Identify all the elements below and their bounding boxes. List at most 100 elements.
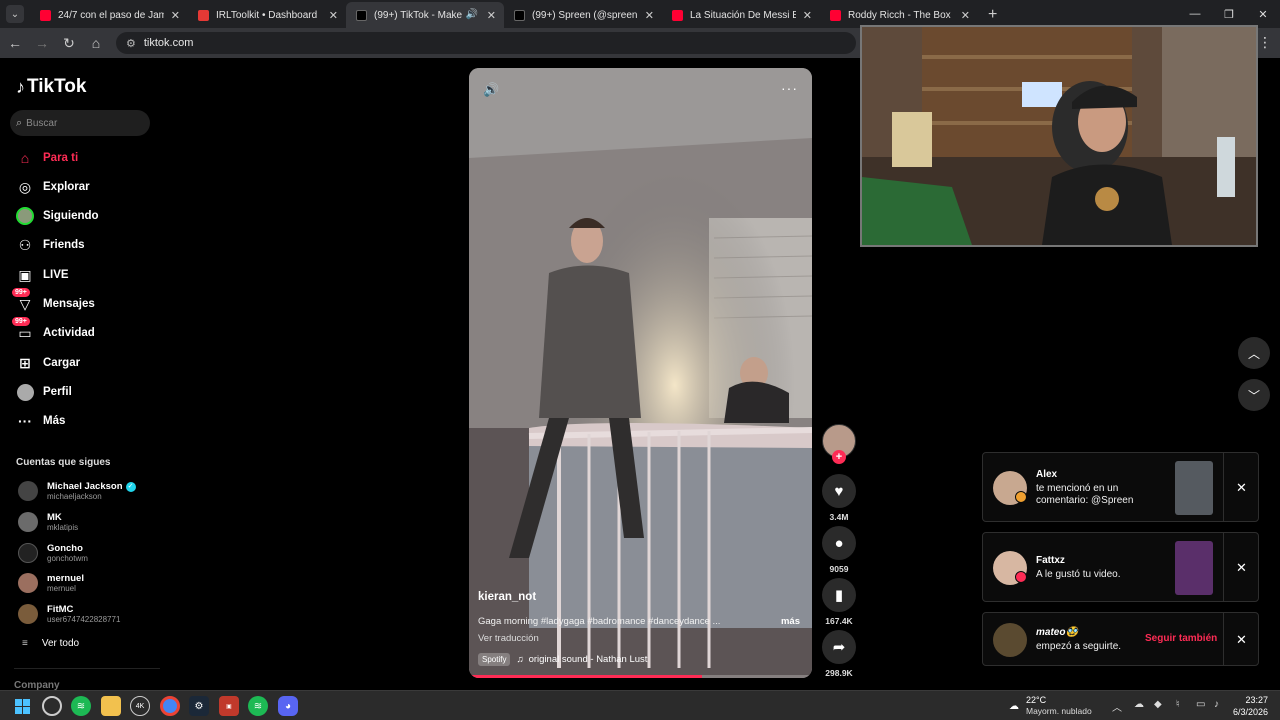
save-count: 167.4K (825, 616, 853, 626)
close-tab-icon[interactable]: ✕ (487, 9, 496, 22)
following-section-title: Cuentas que sigues (16, 457, 111, 468)
music-row[interactable]: Spotify ♫ original sound - Nathan Lust (478, 653, 647, 666)
notification-mention[interactable]: Alex te mencionó en un comentario: @Spre… (982, 452, 1259, 522)
forward-icon[interactable]: → (30, 31, 54, 55)
see-translation-link[interactable]: Ver traducción (478, 633, 539, 644)
maximize-icon[interactable]: ❐ (1212, 0, 1246, 28)
obs-icon[interactable] (42, 696, 62, 716)
browser-tab[interactable]: 24/7 con el paso de Jamal 🕺 ✕ (30, 2, 188, 28)
back-icon[interactable]: ← (3, 31, 27, 55)
browser-menu-icon[interactable]: ⋮ (1258, 34, 1272, 51)
spotify-tag[interactable]: Spotify (478, 653, 511, 666)
close-tab-icon[interactable]: ✕ (171, 9, 180, 22)
video-player[interactable]: 🔊 ··· kieran_not Gaga morning #ladygaga … (469, 68, 812, 678)
weather-cloud-icon[interactable]: ☁ (1004, 696, 1024, 716)
mention-badge-icon (1015, 491, 1027, 503)
profile-icon (16, 383, 34, 401)
spotify-icon[interactable]: ≋ (71, 696, 91, 716)
next-video-button[interactable]: ﹀ (1238, 379, 1270, 411)
reload-icon[interactable]: ↻ (57, 31, 81, 55)
close-tab-icon[interactable]: ✕ (961, 9, 970, 22)
browser-tab-strip: ⌄ 24/7 con el paso de Jamal 🕺 ✕ IRLToolk… (0, 0, 1280, 28)
search-input[interactable]: ⌕ Buscar (10, 110, 150, 136)
file-explorer-icon[interactable] (101, 696, 121, 716)
browser-tab[interactable]: IRLToolkit • Dashboard ✕ (188, 2, 346, 28)
home-icon: ⌂ (20, 150, 30, 166)
live-icon: ▣ (18, 266, 32, 283)
close-tab-icon[interactable]: ✕ (803, 9, 812, 22)
discord-icon[interactable]: ◕ (278, 696, 298, 716)
expand-description-button[interactable]: más (781, 616, 800, 627)
like-count: 3.4M (829, 512, 849, 522)
video-editor-icon[interactable]: ▣ (219, 696, 239, 716)
music-note-icon: ♫ (516, 654, 524, 665)
close-icon[interactable]: ✕ (1236, 560, 1247, 576)
following-account[interactable]: mernuel mernuel (18, 573, 84, 593)
chrome-icon[interactable] (160, 696, 180, 716)
comment-button[interactable]: ● (822, 526, 856, 560)
tiktok-logo[interactable]: ♪ TikTok (16, 76, 86, 98)
nav-item-siguiendo[interactable]: Siguiendo (16, 205, 99, 227)
windows-start-icon[interactable] (12, 696, 32, 716)
url-input[interactable]: ⚙ tiktok.com (116, 32, 856, 54)
nav-item-para-ti[interactable]: ⌂ Para ti (16, 147, 78, 169)
microphone-icon[interactable]: ♮ (1176, 699, 1180, 710)
see-all-link[interactable]: ≡ Ver todo (22, 638, 79, 649)
video-author[interactable]: kieran_not (478, 591, 536, 603)
close-tab-icon[interactable]: ✕ (329, 9, 338, 22)
nav-item-mensajes[interactable]: ▽ 99+ Mensajes (12, 288, 95, 315)
nav-item-friends[interactable]: ⚇ Friends (16, 234, 85, 256)
notification-follow[interactable]: mateo🥸 empezó a seguirte. Seguir también… (982, 612, 1259, 666)
nav-item-actividad[interactable]: ▭ 99+ Actividad (12, 317, 95, 344)
like-button[interactable]: ♥ (822, 474, 856, 508)
nav-item-mas[interactable]: ··· Más (16, 410, 65, 432)
tab-search-button[interactable]: ⌄ (6, 5, 24, 23)
following-account[interactable]: Michael Jackson ✓ michaeljackson (18, 481, 136, 501)
following-account[interactable]: MK mklatipis (18, 512, 78, 532)
notification-like[interactable]: Fattxz A le gustó tu video. ✕ (982, 532, 1259, 602)
browser-tab[interactable]: La Situación De Messi Es Triste ✕ (662, 2, 820, 28)
search-icon: ⌕ (16, 116, 23, 129)
save-button[interactable]: ▮ (822, 578, 856, 612)
video-more-icon[interactable]: ··· (781, 80, 798, 96)
upload-icon: ⊞ (19, 354, 31, 371)
spotify-icon[interactable]: ≋ (248, 696, 268, 716)
nav-item-cargar[interactable]: ⊞ Cargar (16, 352, 80, 374)
previous-video-button[interactable]: ︿ (1238, 337, 1270, 369)
site-info-icon[interactable]: ⚙ (126, 37, 136, 50)
share-button[interactable]: ➦ (822, 630, 856, 664)
close-tab-icon[interactable]: ✕ (645, 9, 654, 22)
minimize-icon[interactable]: — (1178, 0, 1212, 28)
security-icon[interactable]: ◆ (1154, 699, 1162, 710)
follow-back-button[interactable]: Seguir también (1145, 633, 1217, 644)
4k-app-icon[interactable]: 4K (130, 696, 150, 716)
mute-icon[interactable]: 🔊 (483, 82, 499, 98)
follow-creator-button[interactable]: + (832, 450, 846, 464)
browser-tab-active[interactable]: (99+) TikTok - Make Your Da 🔊 ✕ (346, 2, 504, 28)
following-account[interactable]: FitMC user6747422828771 (18, 604, 120, 624)
nav-item-live[interactable]: ▣ LIVE (16, 264, 68, 286)
new-tab-button[interactable]: + (988, 6, 997, 24)
video-progress-bar[interactable] (469, 675, 812, 678)
company-link[interactable]: Company (14, 680, 60, 690)
notification-thumbnail[interactable] (1175, 461, 1213, 515)
browser-tab[interactable]: (99+) Spreen (@spreenbro) | Tik ✕ (504, 2, 662, 28)
close-icon[interactable]: ✕ (1236, 632, 1247, 648)
notification-thumbnail[interactable] (1175, 541, 1213, 595)
video-description: Gaga morning #ladygaga #badromance #danc… (478, 616, 721, 627)
close-icon[interactable]: ✕ (1236, 480, 1247, 496)
network-icon[interactable]: ▭ (1196, 699, 1205, 710)
list-icon: ≡ (22, 638, 28, 649)
sound-name: original sound - Nathan Lust (528, 654, 648, 665)
home-page-icon[interactable]: ⌂ (84, 31, 108, 55)
tray-overflow-icon[interactable]: ︿ (1112, 699, 1122, 714)
close-window-icon[interactable]: ✕ (1246, 0, 1280, 28)
volume-icon[interactable]: ♪ (1214, 699, 1219, 710)
steam-icon[interactable]: ⚙ (189, 696, 209, 716)
onedrive-icon[interactable]: ☁ (1134, 699, 1144, 710)
following-account[interactable]: Goncho gonchotwm (18, 543, 88, 563)
bookmark-icon: ▮ (834, 587, 844, 604)
tab-audio-icon[interactable]: 🔊 (466, 9, 478, 20)
nav-item-perfil[interactable]: Perfil (16, 381, 72, 403)
nav-item-explorar[interactable]: ◎ Explorar (16, 176, 90, 198)
